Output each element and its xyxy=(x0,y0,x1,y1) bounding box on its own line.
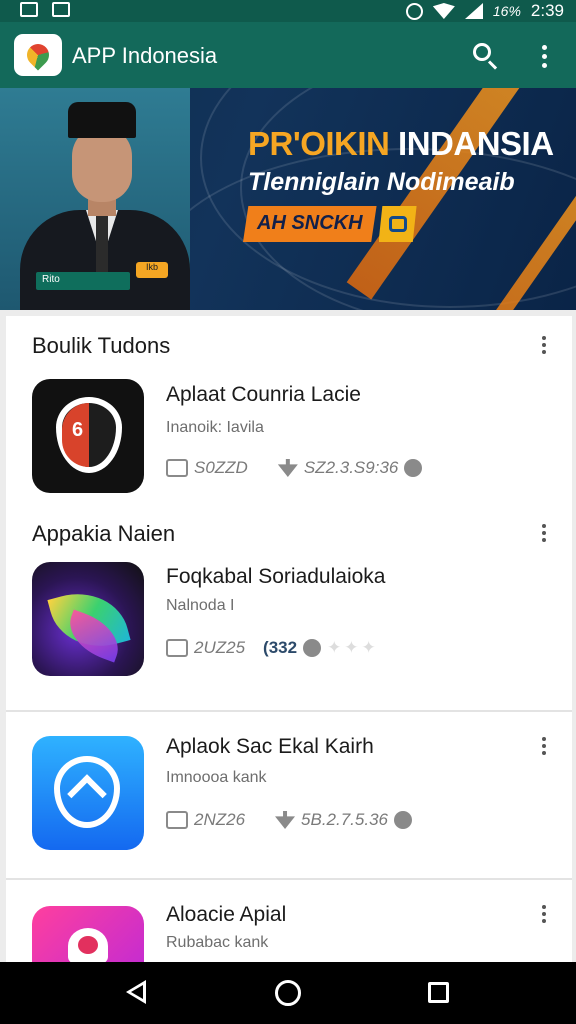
app-name: Aplaok Sac Ekal Kairh xyxy=(166,735,374,758)
app-downloads: SZ2.3.S9:36 xyxy=(303,458,399,477)
promo-banner[interactable]: Rito Ikb PR'OIKIN INDANSIA Tlenniglain N… xyxy=(0,88,576,310)
storage-icon xyxy=(166,811,188,829)
signal-icon xyxy=(464,3,483,19)
alarm-icon xyxy=(405,2,423,20)
home-icon[interactable] xyxy=(275,980,301,1006)
recents-icon[interactable] xyxy=(428,982,449,1003)
app-meta: S0ZZD SZ2.3.S9:36 xyxy=(166,458,423,478)
status-bar: 16% 2:39 xyxy=(0,0,576,22)
name-tag: Rito xyxy=(36,272,130,290)
download-icon xyxy=(277,459,298,477)
app-logo-icon[interactable] xyxy=(14,34,62,76)
app-more-icon[interactable] xyxy=(534,900,554,928)
clock: 2:39 xyxy=(530,1,564,20)
app-downloads: 5B.2.7.5.36 xyxy=(301,810,388,829)
system-nav-bar xyxy=(0,962,576,1024)
app-developer: Nalnoda I xyxy=(166,597,235,614)
banner-subtitle: Tlenniglain Nodimeaib xyxy=(248,168,515,196)
app-developer: Rubabac kank xyxy=(166,934,269,951)
rating-stars-icon: ✦✦✦ xyxy=(327,638,379,657)
pin-badge: Ikb xyxy=(136,262,168,278)
section-more-icon[interactable] xyxy=(534,519,554,547)
info-icon xyxy=(394,811,412,829)
banner-headline: PR'OIKIN INDANSIA xyxy=(248,125,554,162)
app-downloads: (332 xyxy=(263,638,298,657)
divider xyxy=(6,878,572,880)
shield-app-icon[interactable]: 6 xyxy=(32,379,144,493)
status-right: 16% 2:39 xyxy=(405,1,564,21)
notification-icons xyxy=(20,2,70,17)
app-more-icon[interactable] xyxy=(534,732,554,760)
section-title: Appakia Naien xyxy=(32,521,176,546)
storage-icon xyxy=(166,459,188,477)
app-size: 2UZ25 xyxy=(194,638,246,657)
section-more-icon[interactable] xyxy=(534,331,554,359)
overflow-menu-icon[interactable] xyxy=(532,40,556,72)
divider xyxy=(6,710,572,712)
app-developer: Imnoooa kank xyxy=(166,769,267,786)
download-icon xyxy=(275,811,296,829)
search-icon[interactable] xyxy=(470,40,502,72)
section-title: Boulik Tudons xyxy=(32,333,171,358)
app-bar: APP Indonesia xyxy=(0,22,576,88)
leaf-app-icon[interactable] xyxy=(32,562,144,676)
battery-level: 16% xyxy=(492,3,521,19)
app-name: Aplaat Counria Lacie xyxy=(166,383,361,406)
banner-cta-button[interactable]: AH SNCKH xyxy=(243,206,417,242)
map-app-icon[interactable] xyxy=(32,736,144,850)
person-photo: Rito Ikb xyxy=(20,98,190,310)
storage-icon xyxy=(166,639,188,657)
app-size: 2NZ26 xyxy=(194,810,246,829)
app-meta: 2NZ26 5B.2.7.5.36 xyxy=(166,810,412,830)
save-notification-icon xyxy=(52,2,70,17)
cta-app-icon xyxy=(378,206,417,242)
app-developer: Inanoik: Iavila xyxy=(166,419,264,436)
app-name: Foqkabal Soriadulaioka xyxy=(166,565,386,588)
wifi-icon xyxy=(432,3,455,19)
info-icon xyxy=(404,459,423,477)
app-list: Boulik Tudons 6 Aplaat Counria Lacie Ina… xyxy=(6,316,572,1020)
info-icon xyxy=(303,639,322,657)
app-title: APP Indonesia xyxy=(72,43,218,68)
banner-cta-label: AH SNCKH xyxy=(243,206,377,242)
app-meta: 2UZ25 (332 ✦✦✦ xyxy=(166,638,379,658)
image-notification-icon xyxy=(20,2,38,17)
app-name: Aloacie Apial xyxy=(166,903,287,926)
app-size: S0ZZD xyxy=(194,458,248,477)
